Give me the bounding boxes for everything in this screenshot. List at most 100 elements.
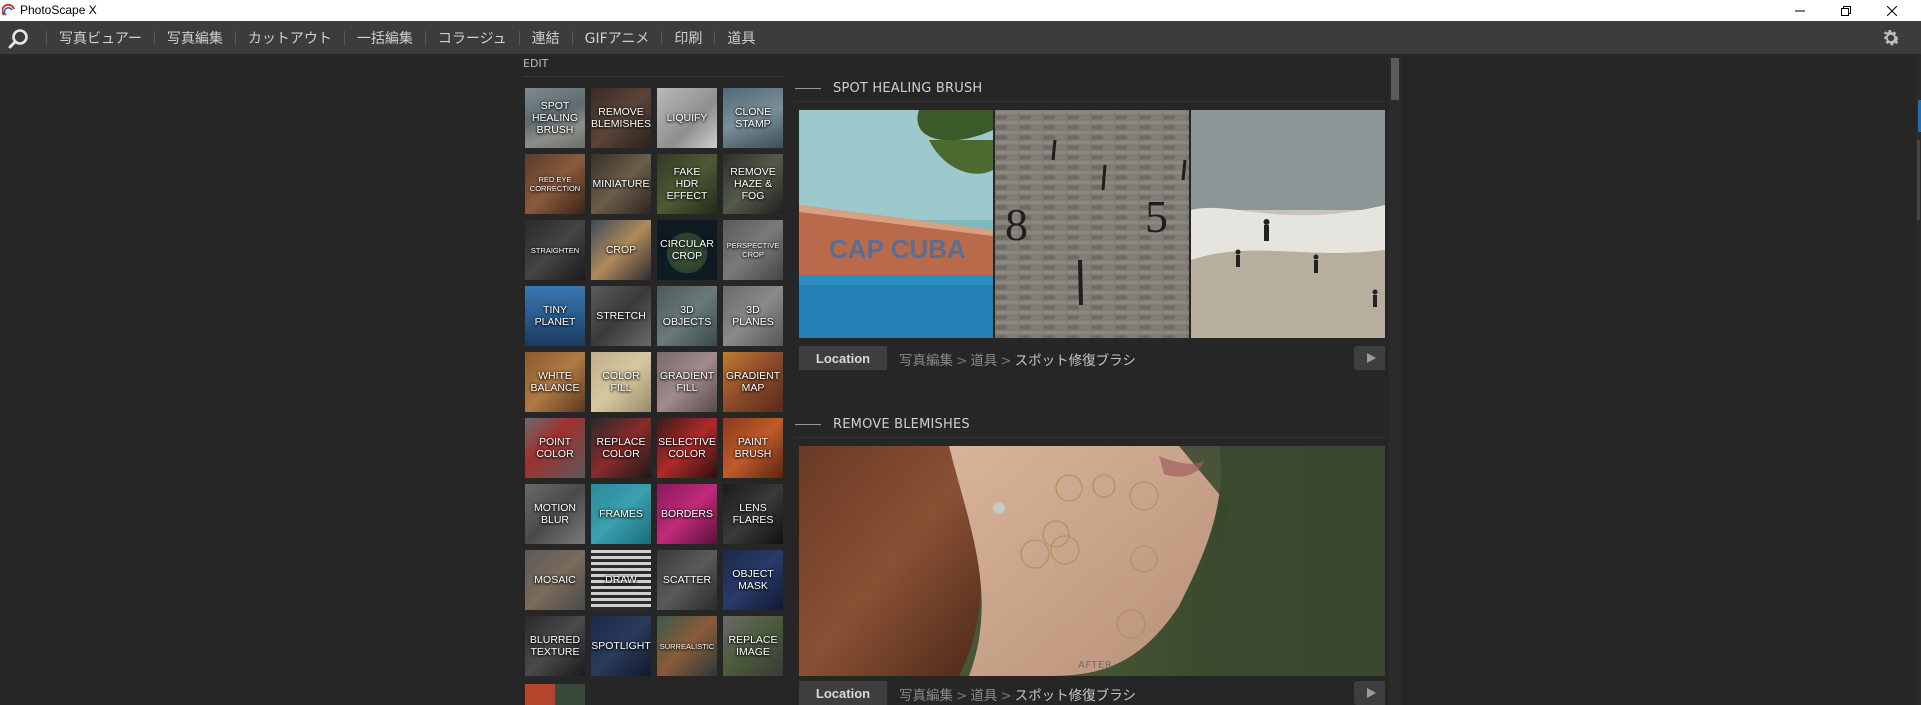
- tool-label: LENS FLARES: [732, 502, 774, 526]
- home-logo-icon[interactable]: [8, 27, 30, 49]
- edit-section-label: EDIT: [523, 57, 549, 70]
- tool-tile[interactable]: REPLACE IMAGE: [723, 616, 783, 676]
- menu-item[interactable]: 印刷: [670, 28, 706, 48]
- menu-separator: [234, 30, 236, 45]
- tool-tile[interactable]: MINIATURE: [591, 154, 651, 214]
- tool-tile[interactable]: 3D PLANES: [723, 286, 783, 346]
- menu-item[interactable]: GIFアニメ: [581, 28, 654, 48]
- tool-tile[interactable]: CIRCULAR CROP: [657, 220, 717, 280]
- minimize-icon: [1795, 10, 1805, 11]
- window-edge-scroll-thumb[interactable]: [1917, 140, 1920, 220]
- tool-label: SPOT HEALING BRUSH: [531, 100, 579, 136]
- content-scroll-thumb[interactable]: [1391, 58, 1399, 100]
- tool-tile[interactable]: PAINT BRUSH: [723, 418, 783, 478]
- menu-item[interactable]: 道具: [723, 28, 759, 48]
- breadcrumb-separator: >: [1000, 688, 1012, 704]
- tool-tile[interactable]: COLOR FILL: [591, 352, 651, 412]
- tool-label: SPOTLIGHT: [591, 640, 651, 652]
- tool-tile[interactable]: MOSAIC: [525, 550, 585, 610]
- menu-separator: [571, 30, 573, 45]
- breadcrumb-item[interactable]: 写真編集: [899, 688, 953, 704]
- menu-item[interactable]: カットアウト: [244, 28, 336, 48]
- content-scrollbar[interactable]: [1389, 57, 1401, 705]
- edit-divider: [523, 76, 785, 77]
- breadcrumb-current: スポット修復ブラシ: [1014, 688, 1136, 704]
- tool-tile[interactable]: GRADIENT FILL: [657, 352, 717, 412]
- tool-tile[interactable]: SELECTIVE COLOR: [657, 418, 717, 478]
- tool-label: 3D PLANES: [732, 304, 774, 328]
- location-button[interactable]: Location: [799, 346, 887, 370]
- tool-label: 3D OBJECTS: [662, 304, 712, 328]
- remove-blemishes-preview: [799, 446, 1385, 676]
- tool-tile[interactable]: BORDERS: [657, 484, 717, 544]
- breadcrumb-separator: >: [956, 688, 968, 704]
- tool-tile[interactable]: TINY PLANET: [525, 286, 585, 346]
- tool-tile[interactable]: GRADIENT MAP: [723, 352, 783, 412]
- tool-label: PERSPECTIVE CROP: [726, 241, 780, 259]
- tool-tile[interactable]: PERSPECTIVE CROP: [723, 220, 783, 280]
- tool-tile[interactable]: BLURRED TEXTURE: [525, 616, 585, 676]
- tool-tile[interactable]: DRAW: [591, 550, 651, 610]
- tool-tile[interactable]: FRAMES: [591, 484, 651, 544]
- tool-tile[interactable]: POINT COLOR: [525, 418, 585, 478]
- menu-item[interactable]: コラージュ: [434, 28, 511, 48]
- tool-label: SURREALISTIC: [659, 641, 715, 651]
- breadcrumb-item[interactable]: 写真編集: [899, 353, 953, 369]
- settings-gear-icon[interactable]: [1880, 27, 1902, 49]
- breadcrumb: 写真編集 > 道具 > スポット修復ブラシ: [899, 684, 1136, 704]
- tool-tile[interactable]: CROP: [591, 220, 651, 280]
- tool-tile[interactable]: CLONE STAMP: [723, 88, 783, 148]
- tool-tile-partial[interactable]: [525, 684, 585, 705]
- breadcrumb-item[interactable]: 道具: [970, 688, 997, 704]
- menu-separator: [46, 30, 47, 45]
- tool-tile[interactable]: OBJECT MASK: [723, 550, 783, 610]
- preview-image-beach-people: [1191, 110, 1385, 338]
- tool-tile[interactable]: LENS FLARES: [723, 484, 783, 544]
- menu-item[interactable]: 一括編集: [353, 28, 417, 48]
- tool-tile[interactable]: FAKE HDR EFFECT: [657, 154, 717, 214]
- after-label: AFTER: [1078, 660, 1113, 671]
- tool-tile[interactable]: RED EYE CORRECTION: [525, 154, 585, 214]
- tool-tile[interactable]: REPLACE COLOR: [591, 418, 651, 478]
- tool-tile[interactable]: MOTION BLUR: [525, 484, 585, 544]
- tool-label: STRAIGHTEN: [530, 245, 580, 255]
- tool-tile[interactable]: STRETCH: [591, 286, 651, 346]
- close-button[interactable]: [1869, 0, 1915, 21]
- restore-button[interactable]: [1823, 0, 1869, 21]
- tool-label: REPLACE COLOR: [596, 436, 646, 460]
- tool-tile[interactable]: LIQUIFY: [657, 88, 717, 148]
- tool-label: DRAW: [605, 574, 637, 586]
- tool-tile[interactable]: STRAIGHTEN: [525, 220, 585, 280]
- menu-item[interactable]: 写真ビュアー: [55, 28, 146, 48]
- tool-label: GRADIENT MAP: [725, 370, 781, 394]
- tool-tile[interactable]: SPOT HEALING BRUSH: [525, 88, 585, 148]
- play-video-button[interactable]: [1354, 681, 1385, 705]
- tool-tile[interactable]: REMOVE HAZE & FOG: [723, 154, 783, 214]
- minimize-button[interactable]: [1777, 0, 1823, 21]
- play-icon: [1366, 688, 1376, 698]
- title-bar: PhotoScape X: [0, 0, 1921, 21]
- tool-tile[interactable]: WHITE BALANCE: [525, 352, 585, 412]
- menu-item[interactable]: 写真編集: [163, 28, 227, 48]
- tool-label: GRADIENT FILL: [659, 370, 715, 394]
- tool-label: OBJECT MASK: [732, 568, 774, 592]
- location-button[interactable]: Location: [799, 681, 887, 705]
- breadcrumb-item[interactable]: 道具: [970, 353, 997, 369]
- breadcrumb: 写真編集 > 道具 > スポット修復ブラシ: [899, 349, 1136, 369]
- svg-text:8: 8: [1005, 199, 1028, 250]
- tool-label: WHITE BALANCE: [530, 370, 580, 394]
- spot-healing-preview: CAP CUBA 8 5: [799, 110, 1385, 338]
- tool-tile[interactable]: SCATTER: [657, 550, 717, 610]
- menu-item[interactable]: 連結: [528, 28, 564, 48]
- play-video-button[interactable]: [1354, 346, 1385, 370]
- menu-separator: [343, 30, 345, 45]
- tool-tile[interactable]: 3D OBJECTS: [657, 286, 717, 346]
- tool-label: COLOR FILL: [602, 370, 640, 394]
- breadcrumb-current: スポット修復ブラシ: [1014, 353, 1136, 369]
- help-content-panel: SPOT HEALING BRUSH CAP CUBA 8 5 Location…: [795, 54, 1385, 705]
- tool-tile[interactable]: SURREALISTIC: [657, 616, 717, 676]
- tool-label: FRAMES: [599, 508, 643, 520]
- tool-tile[interactable]: SPOTLIGHT: [591, 616, 651, 676]
- tool-tile[interactable]: REMOVE BLEMISHES: [591, 88, 651, 148]
- svg-text:CAP CUBA: CAP CUBA: [829, 234, 966, 264]
